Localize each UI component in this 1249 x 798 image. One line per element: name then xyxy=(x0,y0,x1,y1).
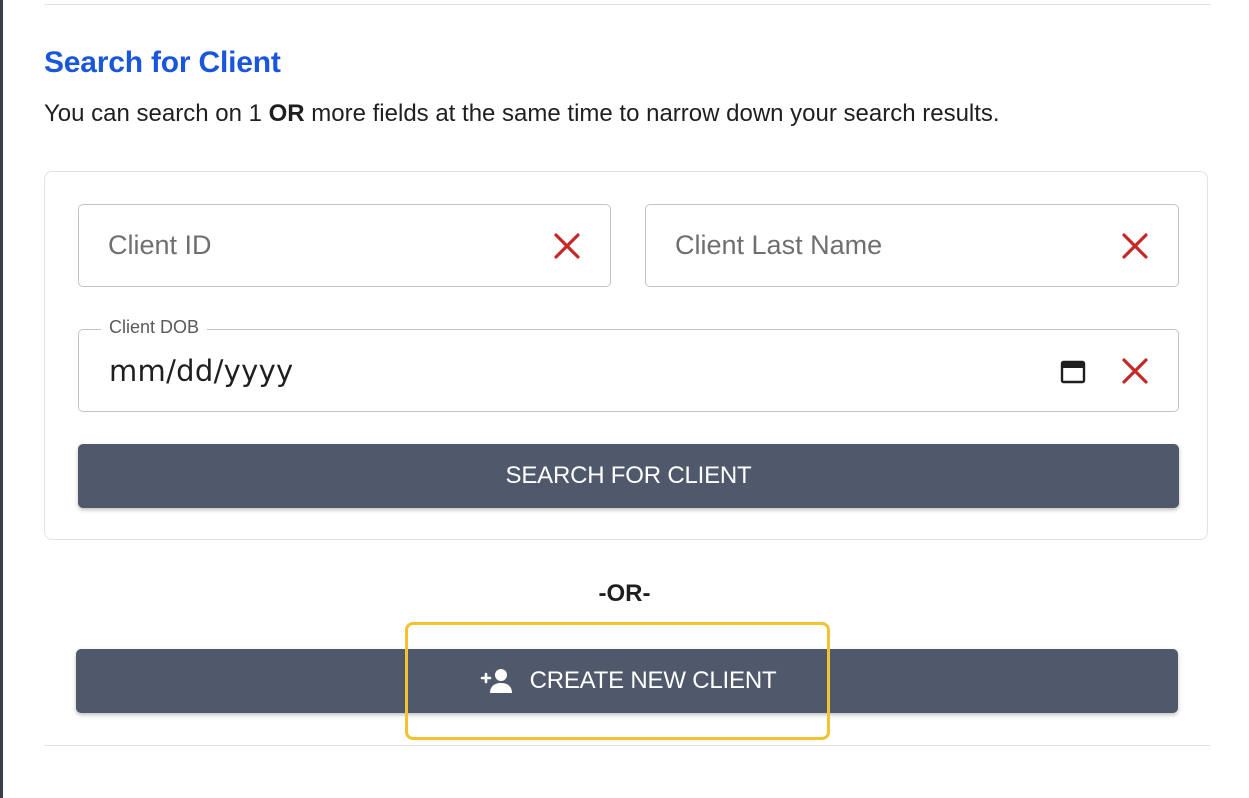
search-card: Client DOB mm/dd/yyyy SEARCH FOR CLIENT xyxy=(44,171,1208,540)
description-bold: OR xyxy=(268,100,305,127)
window-edge xyxy=(0,0,3,798)
clear-last-name-icon[interactable] xyxy=(1121,232,1149,260)
search-description: You can search on 1 OR more fields at th… xyxy=(44,100,1000,128)
calendar-icon[interactable] xyxy=(1060,358,1086,389)
client-id-field[interactable] xyxy=(78,204,611,287)
person-add-icon xyxy=(478,668,514,694)
description-after: more fields at the same time to narrow d… xyxy=(304,100,1000,127)
dob-label: Client DOB xyxy=(101,317,208,338)
clear-client-id-icon[interactable] xyxy=(553,232,581,260)
client-last-name-input[interactable] xyxy=(646,205,1072,286)
bottom-divider xyxy=(44,745,1210,746)
client-last-name-field[interactable] xyxy=(645,204,1179,287)
or-divider-text: -OR- xyxy=(598,580,651,607)
top-divider xyxy=(44,4,1210,5)
search-for-client-button[interactable]: SEARCH FOR CLIENT xyxy=(78,444,1179,508)
clear-dob-icon[interactable] xyxy=(1121,357,1149,385)
dob-input[interactable]: mm/dd/yyyy xyxy=(109,354,294,388)
client-id-input[interactable] xyxy=(79,205,504,286)
section-title: Search for Client xyxy=(44,46,281,79)
description-before: You can search on 1 xyxy=(44,100,269,127)
create-new-client-button[interactable]: CREATE NEW CLIENT xyxy=(76,649,1178,713)
client-dob-field[interactable]: Client DOB mm/dd/yyyy xyxy=(78,317,1179,412)
search-button-label: SEARCH FOR CLIENT xyxy=(505,462,752,489)
create-button-label: CREATE NEW CLIENT xyxy=(529,667,777,694)
